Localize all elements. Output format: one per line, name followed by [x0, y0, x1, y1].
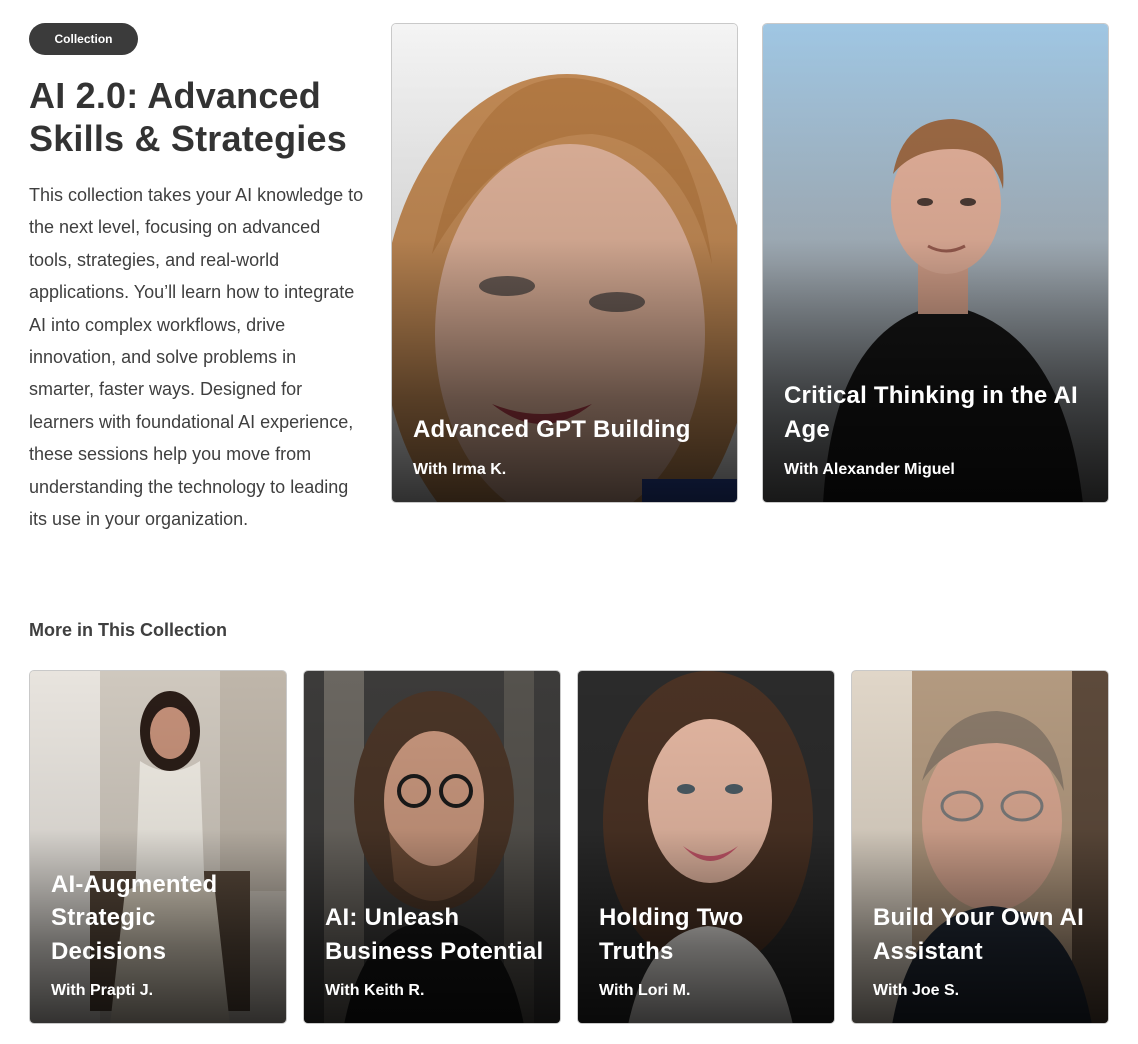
card-title: Advanced GPT Building [413, 416, 691, 443]
more-section-heading: More in This Collection [29, 620, 228, 640]
card-info: AI: Unleash Business Potential With Keit… [325, 901, 544, 1000]
card-instructor: With Irma K. [413, 461, 507, 478]
card-info: Critical Thinking in the AI Age With Ale… [784, 379, 1092, 479]
card-instructor: With Lori M. [599, 982, 691, 999]
card-instructor: With Joe S. [873, 982, 960, 999]
card-title: Build Your Own AI Assistant [873, 904, 1084, 965]
more-card-ai-augmented-decisions[interactable]: AI-Augmented Strategic Decisions With Pr… [29, 670, 287, 1024]
card-title: Holding Two Truths [599, 904, 744, 965]
collection-badge[interactable]: Collection [29, 23, 138, 55]
card-title: AI: Unleash Business Potential [325, 904, 544, 965]
card-info: Advanced GPT Building With Irma K. [413, 413, 721, 479]
more-card-holding-two-truths[interactable]: Holding Two Truths With Lori M. [577, 670, 835, 1024]
collection-title: AI 2.0: Advanced Skills & Strategies [29, 75, 347, 159]
card-info: AI-Augmented Strategic Decisions With Pr… [51, 868, 270, 1001]
card-info: Build Your Own AI Assistant With Joe S. [873, 901, 1092, 1000]
collection-page: Collection AI 2.0: Advanced Skills & Str… [0, 0, 1138, 1044]
featured-card-advanced-gpt[interactable]: Advanced GPT Building With Irma K. [391, 23, 738, 503]
more-card-unleash-business[interactable]: AI: Unleash Business Potential With Keit… [303, 670, 561, 1024]
card-title: AI-Augmented Strategic Decisions [51, 870, 218, 965]
card-instructor: With Alexander Miguel [784, 461, 955, 478]
card-info: Holding Two Truths With Lori M. [599, 901, 818, 1000]
more-card-build-ai-assistant[interactable]: Build Your Own AI Assistant With Joe S. [851, 670, 1109, 1024]
card-instructor: With Prapti J. [51, 982, 154, 999]
featured-card-critical-thinking[interactable]: Critical Thinking in the AI Age With Ale… [762, 23, 1109, 503]
card-title: Critical Thinking in the AI Age [784, 382, 1078, 443]
card-instructor: With Keith R. [325, 982, 425, 999]
collection-description: This collection takes your AI knowledge … [29, 185, 364, 530]
